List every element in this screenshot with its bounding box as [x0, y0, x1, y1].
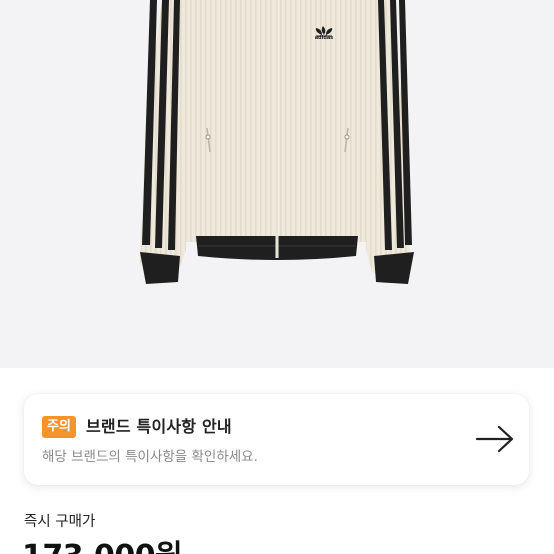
right-cuff: [374, 252, 414, 284]
jacket-illustration: adidas: [140, 0, 414, 284]
product-detail-page: adidas 주의 브랜드 특이사항 안내 해당 브랜드의 특이사항을 확인하세…: [0, 0, 554, 554]
product-image[interactable]: adidas: [0, 0, 554, 368]
adidas-logo-text: adidas: [315, 35, 334, 41]
price: 173,000원: [22, 539, 183, 554]
arrow-right-icon[interactable]: [475, 424, 515, 454]
left-cuff: [140, 252, 180, 284]
notice-description: 해당 브랜드의 특이사항을 확인하세요.: [42, 449, 258, 465]
caution-badge: 주의: [42, 416, 76, 438]
notice-title: 브랜드 특이사항 안내: [86, 417, 232, 436]
brand-notice-card[interactable]: 주의 브랜드 특이사항 안내 해당 브랜드의 특이사항을 확인하세요.: [24, 394, 529, 485]
instant-purchase-label: 즉시 구매가: [24, 514, 96, 530]
